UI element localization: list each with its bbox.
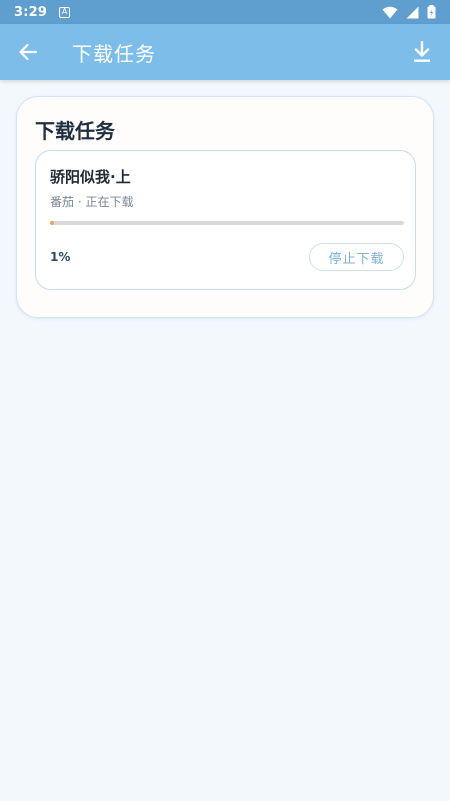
status-time: 3:29 — [14, 4, 48, 20]
status-bar: 3:29 A — [0, 0, 450, 24]
notification-icon: A — [59, 6, 71, 18]
task-name: 骄阳似我·上 — [50, 168, 131, 186]
download-button[interactable] — [394, 24, 450, 80]
download-task-item: 骄阳似我·上 番茄 · 正在下载 1% 停止下载 — [35, 150, 416, 290]
page-title: 下载任务 — [72, 41, 156, 66]
app-bar: 下载任务 — [0, 24, 450, 80]
arrow-left-icon — [19, 43, 38, 61]
notification-letter: A — [61, 7, 68, 16]
download-icon — [414, 41, 430, 62]
progress-percent: 1% — [50, 250, 71, 264]
stop-download-button[interactable]: 停止下载 — [309, 243, 404, 271]
task-subtitle: 番茄 · 正在下载 — [50, 195, 134, 209]
back-button[interactable] — [0, 24, 56, 80]
wifi-icon — [382, 6, 398, 18]
battery-icon — [427, 5, 436, 19]
download-tasks-card: 下载任务 骄阳似我·上 番茄 · 正在下载 1% 停止下载 — [16, 96, 434, 318]
signal-icon — [406, 6, 419, 18]
section-title: 下载任务 — [35, 119, 115, 143]
progress-fill — [50, 221, 54, 225]
status-icons — [382, 5, 436, 19]
progress-bar — [50, 221, 404, 225]
